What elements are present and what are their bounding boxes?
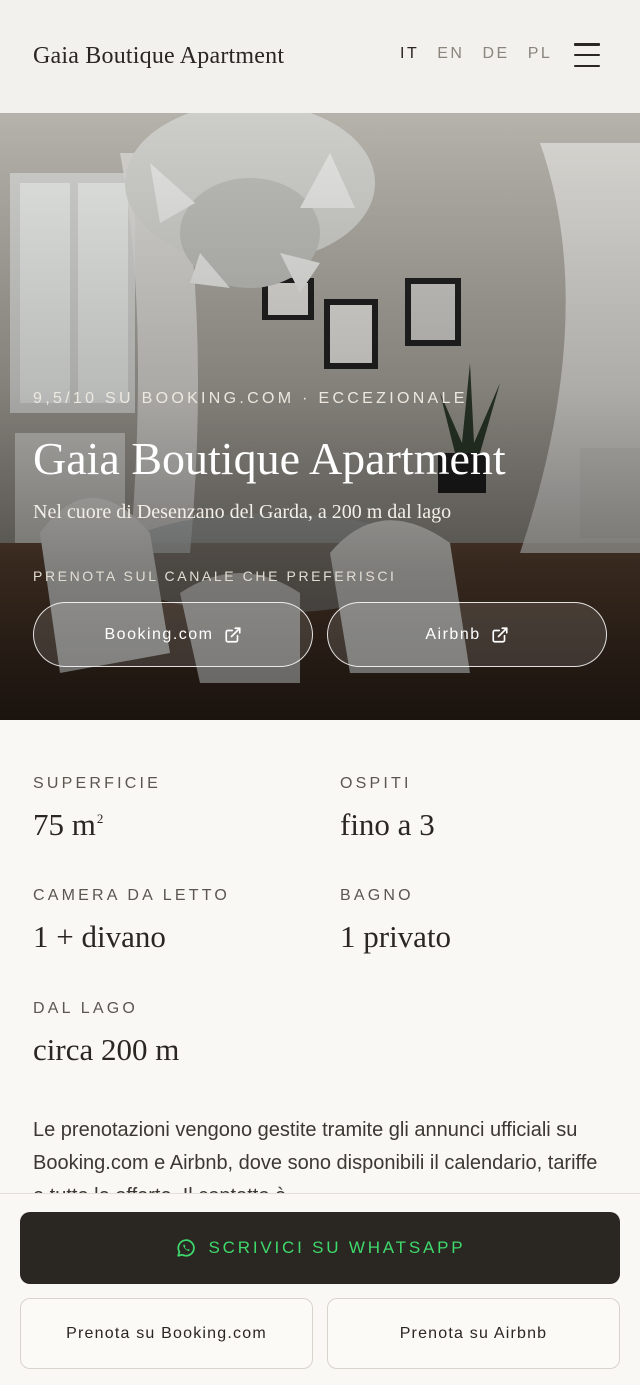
stat-value: 1 + divano bbox=[33, 919, 166, 954]
stat-value: 1 privato bbox=[340, 919, 452, 954]
hero-subtitle: Nel cuore di Desenzano del Garda, a 200 … bbox=[33, 501, 452, 523]
hero-airbnb-label: Airbnb bbox=[425, 625, 481, 643]
whatsapp-label: SCRIVICI SU WHATSAPP bbox=[208, 1238, 466, 1257]
stat-label: SUPERFICIE bbox=[33, 775, 162, 792]
stat-surface: SUPERFICIE 75 m2 bbox=[33, 775, 323, 843]
hero-booking-button[interactable]: Booking.com bbox=[33, 602, 313, 667]
channel-label: PRENOTA SUL CANALE CHE PREFERISCI bbox=[33, 568, 397, 584]
language-switcher: IT EN DE PL bbox=[400, 45, 552, 63]
whatsapp-button[interactable]: SCRIVICI SU WHATSAPP bbox=[20, 1212, 620, 1284]
stat-value: 75 m2 bbox=[33, 807, 104, 842]
rating-badge: 9,5/10 SU BOOKING.COM · ECCEZIONALE bbox=[33, 390, 468, 407]
lang-en[interactable]: EN bbox=[437, 45, 464, 63]
hamburger-menu-icon[interactable] bbox=[574, 43, 600, 67]
hero-booking-label: Booking.com bbox=[104, 625, 214, 643]
stat-bedroom: CAMERA DA LETTO 1 + divano bbox=[33, 887, 323, 955]
book-on-airbnb-button[interactable]: Prenota su Airbnb bbox=[327, 1298, 620, 1369]
stat-label: OSPITI bbox=[340, 775, 412, 792]
brand-logo[interactable]: Gaia Boutique Apartment bbox=[33, 43, 284, 70]
hero-airbnb-button[interactable]: Airbnb bbox=[327, 602, 607, 667]
stat-guests: OSPITI fino a 3 bbox=[340, 775, 630, 843]
hero-title: Gaia Boutique Apartment bbox=[33, 433, 506, 484]
stat-bathroom: BAGNO 1 privato bbox=[340, 887, 630, 955]
book-on-booking-button[interactable]: Prenota su Booking.com bbox=[20, 1298, 313, 1369]
stat-label: DAL LAGO bbox=[33, 1000, 139, 1017]
stat-lake-distance: DAL LAGO circa 200 m bbox=[33, 1000, 323, 1068]
whatsapp-icon bbox=[176, 1239, 195, 1257]
sticky-booking-bar: SCRIVICI SU WHATSAPP Prenota su Booking.… bbox=[0, 1193, 640, 1385]
external-link-icon bbox=[492, 626, 508, 643]
stat-value: circa 200 m bbox=[33, 1032, 180, 1067]
hero-section: 9,5/10 SU BOOKING.COM · ECCEZIONALE Gaia… bbox=[0, 113, 640, 720]
external-link-icon bbox=[224, 626, 241, 643]
stat-value: fino a 3 bbox=[340, 807, 435, 842]
lang-de[interactable]: DE bbox=[482, 45, 509, 63]
stat-label: BAGNO bbox=[340, 887, 414, 904]
stat-label: CAMERA DA LETTO bbox=[33, 887, 231, 904]
lang-pl[interactable]: PL bbox=[528, 45, 553, 63]
lang-it[interactable]: IT bbox=[400, 45, 419, 63]
site-header: Gaia Boutique Apartment IT EN DE PL bbox=[0, 0, 640, 113]
